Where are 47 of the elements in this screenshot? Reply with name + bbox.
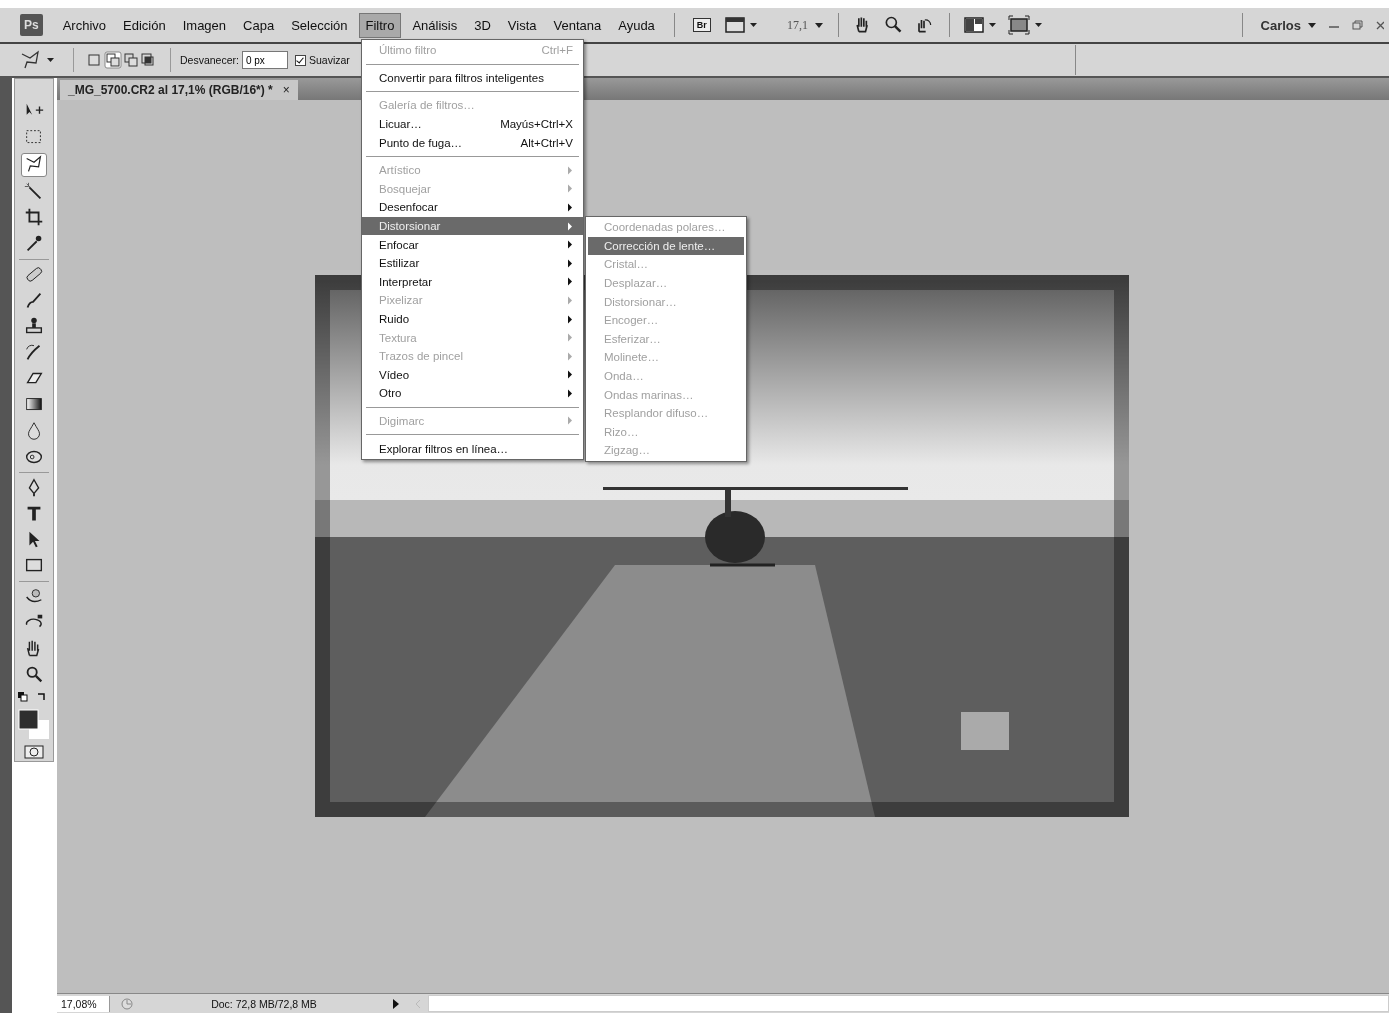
app-logo[interactable]: Ps [20,14,43,36]
menu-item[interactable]: Archivo [56,13,113,37]
color-swatches-icon[interactable] [17,708,51,740]
menu-item[interactable]: Ventana [547,13,608,37]
workspace-switcher[interactable]: Carlos [1260,17,1301,33]
menu-item[interactable]: Estilizar [362,253,583,273]
menu-item[interactable]: 3D [468,13,497,37]
menu-item[interactable]: Enfocar [362,235,583,254]
screen-mode-icon[interactable] [724,16,759,34]
menu-item[interactable]: Licuar… Mayús+Ctrl+X [362,114,583,134]
horizontal-scrollbar[interactable] [428,995,1389,1012]
bridge-button[interactable]: Br [692,18,711,32]
menu-item[interactable]: Desenfocar [362,198,583,217]
menu-item[interactable]: Distorsionar [362,216,583,236]
close-icon[interactable] [1376,19,1384,31]
lasso-icon[interactable] [21,153,47,177]
menu-item[interactable]: Análisis [406,13,464,37]
menu-item[interactable]: Explorar filtros en línea… [362,439,583,458]
feather-field[interactable]: 0 px [241,51,288,69]
antialias-label: Suavizar [308,54,350,66]
restore-icon[interactable] [1352,19,1364,31]
menu-item[interactable]: Vista [501,13,543,37]
menu-item[interactable]: Edición [117,13,172,37]
menu-item[interactable]: Ruido [362,309,583,329]
document-size-info: Doc: 72,8 MB/72,8 MB [210,997,318,1010]
arrange-documents-icon[interactable] [963,16,998,34]
selection-mode-icons[interactable] [87,51,157,69]
menu-item[interactable]: Punto de fuga… Alt+Ctrl+V [362,133,583,152]
screen-frame-icon[interactable] [1007,15,1044,35]
menu-item[interactable]: Corrección de lente… [588,236,744,256]
antialias-checkbox[interactable] [294,54,306,66]
menu-item[interactable]: Otro [362,384,583,403]
dropdown-arrow-icon[interactable] [813,21,824,29]
menu-item[interactable]: Filtro [358,12,402,38]
menu-item[interactable]: Convertir para filtros inteligentes [362,68,583,88]
menu-item[interactable]: Capa [237,13,281,37]
quick-mask-icon[interactable] [23,744,45,760]
menu-item[interactable]: Vídeo [362,365,583,385]
zoom-level-dropdown[interactable]: 17,1 [786,17,808,33]
menu-item[interactable]: Imagen [176,13,233,37]
menu-item[interactable]: Ayuda [612,13,661,37]
menu-item[interactable]: Selección [285,13,354,37]
feather-label: Desvanecer: [180,54,239,66]
zoom-percentage-field[interactable]: 17,08% [57,995,110,1012]
dropdown-arrow-icon[interactable] [1307,21,1317,29]
menu-item[interactable]: Interpretar [362,272,583,292]
document-tab[interactable]: _MG_5700.CR2 al 17,1% (RGB/16*) * × [60,80,298,100]
